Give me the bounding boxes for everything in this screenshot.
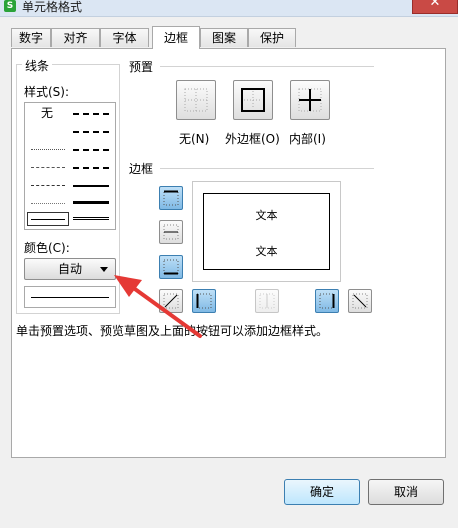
preview-text-top: 文本 xyxy=(255,209,278,222)
line-style-item[interactable] xyxy=(73,113,109,115)
line-preview xyxy=(24,286,116,308)
preset-label: 预置 xyxy=(129,60,154,74)
preview-text-bottom: 文本 xyxy=(255,245,278,258)
border-top-button[interactable] xyxy=(159,186,183,210)
title-bar: S 单元格格式 ✕ xyxy=(0,0,458,17)
line-group-label: 线条 xyxy=(22,57,53,74)
hint-text: 单击预置选项、预览草图及上面的按钮可以添加边框样式。 xyxy=(16,324,329,338)
border-right-icon xyxy=(319,293,335,309)
close-icon[interactable]: ✕ xyxy=(412,0,458,14)
line-style-item[interactable] xyxy=(31,167,65,168)
border-diagonal-up-button[interactable] xyxy=(159,289,183,313)
style-label: 样式(S): xyxy=(24,85,70,99)
line-style-item[interactable] xyxy=(73,201,109,204)
color-value: 自动 xyxy=(57,262,82,276)
line-style-item[interactable] xyxy=(73,131,109,133)
tab-alignment[interactable]: 对齐 xyxy=(51,28,100,47)
border-none-icon xyxy=(184,88,208,112)
preset-inside-button[interactable] xyxy=(290,80,330,120)
line-style-item[interactable] xyxy=(31,185,65,186)
color-dropdown[interactable]: 自动 xyxy=(24,258,116,280)
line-style-item[interactable] xyxy=(73,167,109,169)
border-inner-horizontal-icon xyxy=(163,224,179,240)
window-title: 单元格格式 xyxy=(22,0,83,14)
border-right-button[interactable] xyxy=(315,289,339,313)
preset-outline-button[interactable] xyxy=(233,80,273,120)
border-top-icon xyxy=(163,190,179,206)
ok-button[interactable]: 确定 xyxy=(284,479,360,505)
line-style-item[interactable] xyxy=(31,149,65,150)
border-left-button[interactable] xyxy=(192,289,216,313)
tab-number[interactable]: 数字 xyxy=(11,28,51,47)
line-style-item[interactable] xyxy=(31,203,65,204)
preset-divider xyxy=(160,66,374,67)
color-label: 颜色(C): xyxy=(24,241,70,255)
border-bottom-button[interactable] xyxy=(159,255,183,279)
line-style-selected[interactable] xyxy=(27,212,69,226)
tab-pattern[interactable]: 图案 xyxy=(200,28,248,47)
tab-border[interactable]: 边框 xyxy=(152,26,200,49)
border-divider xyxy=(160,168,374,169)
border-label: 边框 xyxy=(129,162,154,176)
border-outline-icon xyxy=(241,88,265,112)
border-left-icon xyxy=(196,293,212,309)
preset-none-button[interactable] xyxy=(176,80,216,120)
line-style-item[interactable] xyxy=(73,217,109,220)
border-inside-icon xyxy=(298,88,322,112)
tab-protection[interactable]: 保护 xyxy=(248,28,296,47)
border-inner-vertical-icon xyxy=(259,293,275,309)
diagonal-up-icon xyxy=(163,293,179,309)
preset-outline-label: 外边框(O) xyxy=(225,132,280,146)
border-inner-vertical-button[interactable] xyxy=(255,289,279,313)
border-bottom-icon xyxy=(163,259,179,275)
app-icon: S xyxy=(4,0,16,12)
chevron-down-icon xyxy=(100,267,108,272)
border-diagonal-down-button[interactable] xyxy=(348,289,372,313)
tab-font[interactable]: 字体 xyxy=(100,28,149,47)
cancel-button[interactable]: 取消 xyxy=(368,479,444,505)
line-style-item[interactable] xyxy=(73,185,109,187)
line-style-none[interactable]: 无 xyxy=(41,104,53,121)
diagonal-down-icon xyxy=(352,293,368,309)
line-style-item[interactable] xyxy=(73,149,109,151)
border-inner-horizontal-button[interactable] xyxy=(159,220,183,244)
preset-none-label: 无(N) xyxy=(179,132,210,146)
preset-inside-label: 内部(I) xyxy=(289,132,326,146)
line-style-list[interactable]: 无 xyxy=(24,102,116,230)
